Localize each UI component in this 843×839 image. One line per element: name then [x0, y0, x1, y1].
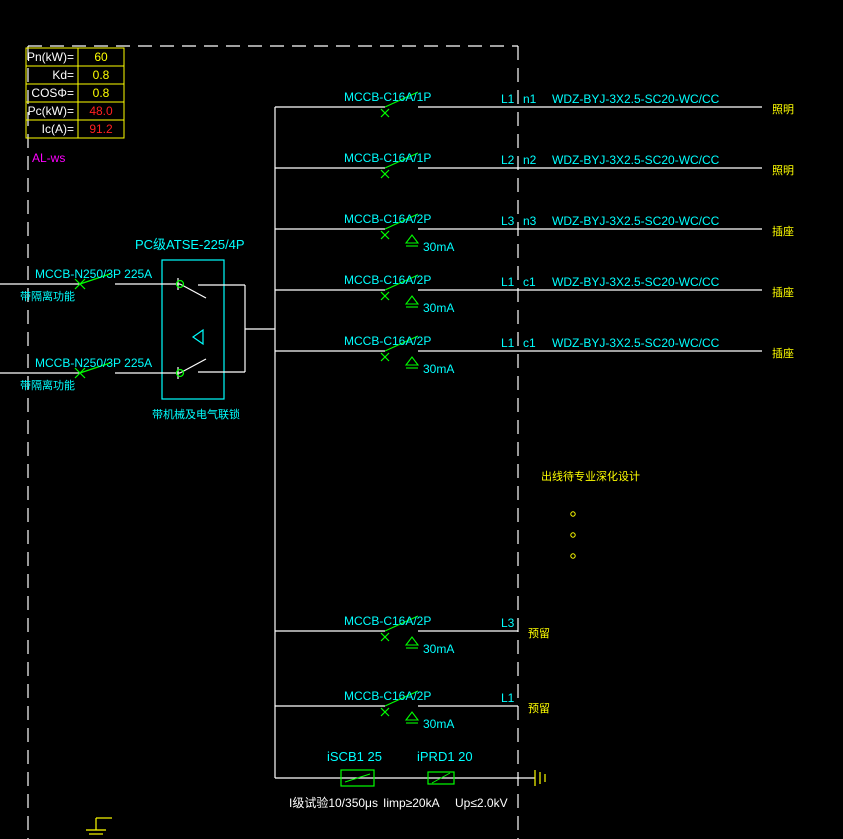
load-table-value: 0.8: [93, 86, 110, 100]
load-table-label: Ic(A)=: [42, 122, 74, 136]
circuit-phase: L2: [501, 153, 515, 167]
circuit-phase: L3: [501, 214, 515, 228]
breaker-symbol: [380, 108, 390, 118]
circuit-load: 插座: [772, 346, 794, 360]
circuit-load: 插座: [772, 285, 794, 299]
circuit-row: MCCB-C16A/2P 30mA L3 预留: [275, 614, 550, 656]
ats-label: PC级ATSE-225/4P: [135, 237, 245, 252]
schematic-canvas: Pn(kW)= 60 Kd= 0.8 COSΦ= 0.8 Pc(kW)= 48.0 Ic(A)=…: [0, 45, 794, 839]
rcd-rating: 30mA: [423, 240, 454, 254]
incomer-feeder: MCCB-N250/3P 225A 带隔离功能: [0, 267, 152, 303]
rcd-symbol: [404, 356, 420, 369]
circuit-row: MCCB-C16A/2P 30mA L1 c1 WDZ-BYJ-3X2.5-SC20-W…: [275, 273, 794, 315]
circuit-name: n3: [523, 214, 537, 228]
incomer-breaker-label: MCCB-N250/3P 225A: [35, 267, 152, 281]
incomer-breaker-label: MCCB-N250/3P 225A: [35, 356, 152, 370]
circuit-breaker-label: MCCB-C16A/2P: [344, 334, 431, 348]
spd-branch: [275, 769, 546, 787]
circuit-cable: WDZ-BYJ-3X2.5-SC20-WC/CC: [552, 92, 720, 106]
load-table: Pn(kW)= 60 Kd= 0.8 COSΦ= 0.8 Pc(kW)= 48.0 Ic(A)=…: [25, 47, 125, 139]
circuit-row: MCCB-C16A/2P 30mA L3 n3 WDZ-BYJ-3X2.5-SC20-W…: [275, 212, 794, 254]
rcd-rating: 30mA: [423, 362, 454, 376]
circuit-cable: WDZ-BYJ-3X2.5-SC20-WC/CC: [552, 153, 720, 167]
circuit-cable: WDZ-BYJ-3X2.5-SC20-WC/CC: [552, 275, 720, 289]
circuit-name: n2: [523, 153, 537, 167]
breaker-symbol: [380, 230, 390, 240]
ground-symbol-spd: [534, 770, 546, 786]
outgoing-circuits: MCCB-C16A/1P L1 n1 WDZ-BYJ-3X2.5-SC20-WC/CC…: [275, 90, 794, 731]
rcd-rating: 30mA: [423, 717, 454, 731]
panel-tag: AL-ws: [32, 151, 65, 165]
incomer-note: 带隔离功能: [20, 378, 75, 392]
circuit-load: 照明: [772, 164, 794, 177]
circuit-phase: L1: [501, 336, 515, 350]
rcd-symbol: [404, 234, 420, 247]
circuit-name: c1: [523, 336, 536, 350]
load-table-label: COSΦ=: [31, 86, 74, 100]
circuit-name: n1: [523, 92, 537, 106]
circuit-phase: L1: [501, 691, 515, 705]
circuit-load: 预留: [528, 702, 550, 715]
incomer-note: 带隔离功能: [20, 289, 75, 303]
load-table-label: Pn(kW)=: [27, 50, 74, 64]
breaker-symbol: [380, 632, 390, 642]
scb-label: iSCB1 25: [327, 749, 382, 764]
circuit-breaker-label: MCCB-C16A/2P: [344, 689, 431, 703]
circuit-load: 插座: [772, 224, 794, 238]
load-table-label: Kd=: [52, 68, 74, 82]
breaker-symbol: [380, 352, 390, 362]
circuit-name: c1: [523, 275, 536, 289]
circuit-breaker-label: MCCB-C16A/1P: [344, 90, 431, 104]
circuit-phase: L1: [501, 92, 515, 106]
design-note: 出线待专业深化设计: [541, 469, 640, 483]
circuit-load: 预留: [528, 627, 550, 640]
circuit-row: MCCB-C16A/1P L1 n1 WDZ-BYJ-3X2.5-SC20-WC/CC…: [275, 90, 794, 118]
ground-symbol-bottom: [86, 817, 112, 835]
ats-note: 带机械及电气联锁: [152, 407, 240, 421]
breaker-symbol: [380, 707, 390, 717]
circuit-breaker-label: MCCB-C16A/2P: [344, 614, 431, 628]
spd-label: iPRD1 20: [417, 749, 473, 764]
circuit-breaker-label: MCCB-C16A/2P: [344, 273, 431, 287]
load-table-value: 48.0: [89, 104, 113, 118]
rcd-rating: 30mA: [423, 301, 454, 315]
rcd-symbol: [404, 711, 420, 724]
rcd-rating: 30mA: [423, 642, 454, 656]
load-table-value: 0.8: [93, 68, 110, 82]
circuit-phase: L3: [501, 616, 515, 630]
rcd-symbol: [404, 295, 420, 308]
load-table-value: 60: [94, 50, 108, 64]
circuit-breaker-label: MCCB-C16A/2P: [344, 212, 431, 226]
circuit-row: MCCB-C16A/1P L2 n2 WDZ-BYJ-3X2.5-SC20-WC/CC…: [275, 151, 794, 179]
incomer-feeder: MCCB-N250/3P 225A 带隔离功能: [0, 356, 152, 392]
circuit-row: MCCB-C16A/2P 30mA L1 c1 WDZ-BYJ-3X2.5-SC20-W…: [275, 334, 794, 376]
breaker-symbol: [380, 291, 390, 301]
spd-up: Up≤2.0kV: [455, 796, 508, 810]
circuit-cable: WDZ-BYJ-3X2.5-SC20-WC/CC: [552, 214, 720, 228]
circuit-phase: L1: [501, 275, 515, 289]
continuation-dots: [570, 511, 576, 559]
breaker-symbol: [380, 169, 390, 179]
circuit-load: 照明: [772, 103, 794, 116]
spd-imp: Iimp≥20kA: [383, 796, 440, 810]
load-table-label: Pc(kW)=: [28, 104, 74, 118]
load-table-value: 91.2: [89, 122, 113, 136]
circuit-row: MCCB-C16A/2P 30mA L1 预留: [275, 689, 550, 731]
circuit-breaker-label: MCCB-C16A/1P: [344, 151, 431, 165]
spd-test-class: I级试验10/350μs: [289, 795, 378, 810]
circuit-cable: WDZ-BYJ-3X2.5-SC20-WC/CC: [552, 336, 720, 350]
rcd-symbol: [404, 636, 420, 649]
